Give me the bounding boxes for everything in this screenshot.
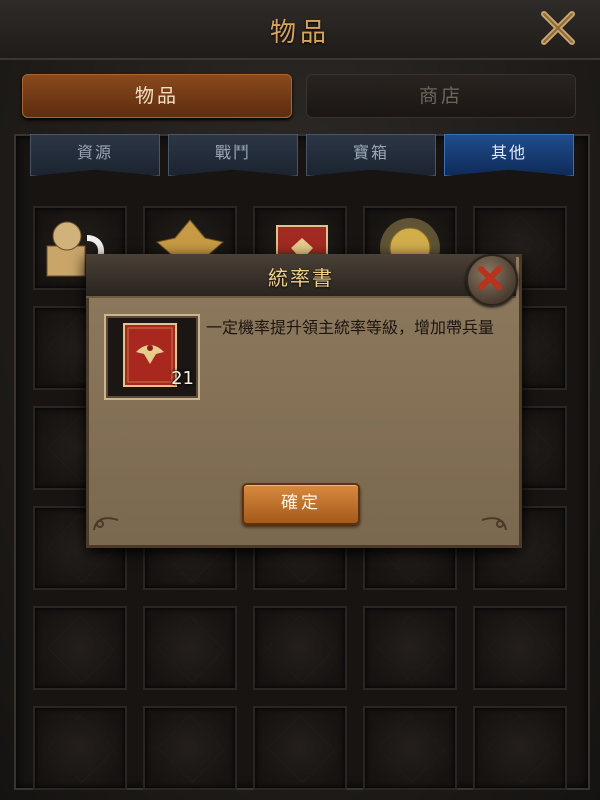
inventory-slot-empty[interactable] — [253, 606, 347, 690]
subtab-resources[interactable]: 資源 — [30, 134, 160, 176]
inventory-slot-empty[interactable] — [33, 706, 127, 790]
inventory-slot-empty[interactable] — [473, 706, 567, 790]
inventory-slot-empty[interactable] — [253, 706, 347, 790]
item-quantity: 21 — [171, 368, 194, 389]
inventory-slot-empty[interactable] — [363, 606, 457, 690]
inventory-slot-empty[interactable] — [363, 706, 457, 790]
tab-items[interactable]: 物品 — [22, 74, 292, 118]
subtab-chests[interactable]: 寶箱 — [306, 134, 436, 176]
subtab-other[interactable]: 其他 — [444, 134, 574, 176]
tab-shop[interactable]: 商店 — [306, 74, 576, 118]
page-title: 物品 — [269, 18, 330, 48]
dialog-close-button[interactable] — [466, 254, 518, 306]
subtab-battle[interactable]: 戰鬥 — [168, 134, 298, 176]
corner-ornament-icon — [481, 517, 507, 531]
inventory-slot-empty[interactable] — [143, 606, 237, 690]
inventory-slot-empty[interactable] — [143, 706, 237, 790]
dialog-title: 統率書 — [268, 266, 334, 290]
dialog-close-icon — [478, 266, 502, 290]
inventory-slot-empty[interactable] — [473, 606, 567, 690]
inventory-slot-empty[interactable] — [33, 606, 127, 690]
corner-ornament-icon — [93, 517, 119, 531]
item-description: 一定機率提升領主統率等級，增加帶兵量 — [206, 318, 495, 337]
close-icon[interactable] — [538, 8, 578, 48]
confirm-button[interactable]: 確定 — [242, 483, 360, 525]
